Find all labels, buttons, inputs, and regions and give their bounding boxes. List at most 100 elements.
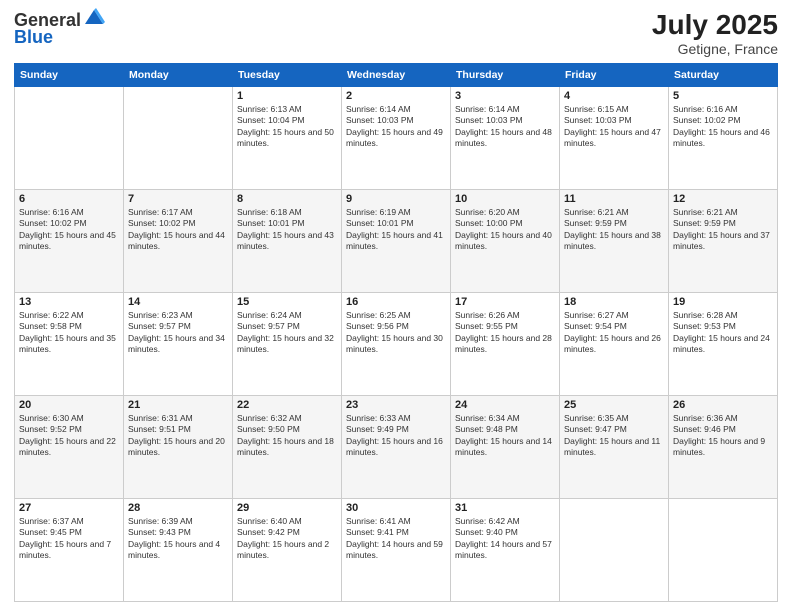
calendar-day-cell: 19 Sunrise: 6:28 AMSunset: 9:53 PMDayligh…: [669, 292, 778, 395]
calendar-day-cell: 13 Sunrise: 6:22 AMSunset: 9:58 PMDayligh…: [15, 292, 124, 395]
calendar-day-cell: 21 Sunrise: 6:31 AMSunset: 9:51 PMDayligh…: [124, 395, 233, 498]
weekday-header: Saturday: [669, 63, 778, 86]
day-content: Sunrise: 6:32 AMSunset: 9:50 PMDaylight:…: [237, 413, 337, 459]
calendar-day-cell: 1Sunrise: 6:13 AMSunset: 10:04 PMDayligh…: [233, 86, 342, 189]
day-content: Sunrise: 6:17 AMSunset: 10:02 PMDaylight…: [128, 207, 228, 253]
day-content: Sunrise: 6:14 AMSunset: 10:03 PMDaylight…: [455, 104, 555, 150]
day-number: 16: [346, 296, 446, 308]
calendar-week-row: 13 Sunrise: 6:22 AMSunset: 9:58 PMDayligh…: [15, 292, 778, 395]
logo-blue: Blue: [14, 27, 53, 48]
day-content: Sunrise: 6:24 AMSunset: 9:57 PMDaylight:…: [237, 310, 337, 356]
day-number: 3: [455, 90, 555, 102]
day-content: Sunrise: 6:27 AMSunset: 9:54 PMDaylight:…: [564, 310, 664, 356]
calendar-day-cell: 7 Sunrise: 6:17 AMSunset: 10:02 PMDayligh…: [124, 189, 233, 292]
day-number: 17: [455, 296, 555, 308]
day-number: 30: [346, 502, 446, 514]
day-number: 12: [673, 193, 773, 205]
calendar-header-row: SundayMondayTuesdayWednesdayThursdayFrid…: [15, 63, 778, 86]
calendar-week-row: 6Sunrise: 6:16 AMSunset: 10:02 PMDayligh…: [15, 189, 778, 292]
calendar-day-cell: 24 Sunrise: 6:34 AMSunset: 9:48 PMDayligh…: [451, 395, 560, 498]
day-number: 27: [19, 502, 119, 514]
day-content: Sunrise: 6:19 AMSunset: 10:01 PMDaylight…: [346, 207, 446, 253]
calendar-day-cell: 3 Sunrise: 6:14 AMSunset: 10:03 PMDayligh…: [451, 86, 560, 189]
weekday-header: Wednesday: [342, 63, 451, 86]
day-number: 11: [564, 193, 664, 205]
day-number: 15: [237, 296, 337, 308]
calendar-day-cell: [15, 86, 124, 189]
calendar-day-cell: 26Sunrise: 6:36 AMSunset: 9:46 PMDayligh…: [669, 395, 778, 498]
calendar-day-cell: 30Sunrise: 6:41 AMSunset: 9:41 PMDayligh…: [342, 498, 451, 601]
logo: General Blue: [14, 10, 105, 48]
day-number: 2: [346, 90, 446, 102]
day-content: Sunrise: 6:28 AMSunset: 9:53 PMDaylight:…: [673, 310, 773, 356]
day-content: Sunrise: 6:20 AMSunset: 10:00 PMDaylight…: [455, 207, 555, 253]
calendar-day-cell: 8 Sunrise: 6:18 AMSunset: 10:01 PMDayligh…: [233, 189, 342, 292]
calendar-day-cell: 18 Sunrise: 6:27 AMSunset: 9:54 PMDayligh…: [560, 292, 669, 395]
day-content: Sunrise: 6:34 AMSunset: 9:48 PMDaylight:…: [455, 413, 555, 459]
day-content: Sunrise: 6:18 AMSunset: 10:01 PMDaylight…: [237, 207, 337, 253]
page: General Blue July 2025 Getigne, France S…: [0, 0, 792, 612]
day-number: 19: [673, 296, 773, 308]
calendar-day-cell: 27 Sunrise: 6:37 AMSunset: 9:45 PMDayligh…: [15, 498, 124, 601]
location-title: Getigne, France: [652, 41, 778, 57]
day-content: Sunrise: 6:16 AMSunset: 10:02 PMDaylight…: [673, 104, 773, 150]
day-number: 20: [19, 399, 119, 411]
calendar-day-cell: [124, 86, 233, 189]
calendar-table: SundayMondayTuesdayWednesdayThursdayFrid…: [14, 63, 778, 602]
day-number: 14: [128, 296, 228, 308]
day-number: 10: [455, 193, 555, 205]
calendar-day-cell: 4Sunrise: 6:15 AMSunset: 10:03 PMDayligh…: [560, 86, 669, 189]
calendar-day-cell: [560, 498, 669, 601]
calendar-day-cell: 23Sunrise: 6:33 AMSunset: 9:49 PMDayligh…: [342, 395, 451, 498]
day-number: 24: [455, 399, 555, 411]
day-number: 8: [237, 193, 337, 205]
day-content: Sunrise: 6:22 AMSunset: 9:58 PMDaylight:…: [19, 310, 119, 356]
calendar-day-cell: 14 Sunrise: 6:23 AMSunset: 9:57 PMDayligh…: [124, 292, 233, 395]
day-number: 7: [128, 193, 228, 205]
day-content: Sunrise: 6:21 AMSunset: 9:59 PMDaylight:…: [673, 207, 773, 253]
title-block: July 2025 Getigne, France: [652, 10, 778, 57]
day-number: 18: [564, 296, 664, 308]
day-number: 31: [455, 502, 555, 514]
weekday-header: Sunday: [15, 63, 124, 86]
day-number: 28: [128, 502, 228, 514]
day-content: Sunrise: 6:40 AMSunset: 9:42 PMDaylight:…: [237, 516, 337, 562]
day-number: 5: [673, 90, 773, 102]
day-content: Sunrise: 6:42 AMSunset: 9:40 PMDaylight:…: [455, 516, 555, 562]
calendar-day-cell: [669, 498, 778, 601]
day-content: Sunrise: 6:31 AMSunset: 9:51 PMDaylight:…: [128, 413, 228, 459]
calendar-day-cell: 17 Sunrise: 6:26 AMSunset: 9:55 PMDayligh…: [451, 292, 560, 395]
day-number: 26: [673, 399, 773, 411]
day-number: 21: [128, 399, 228, 411]
calendar-week-row: 27 Sunrise: 6:37 AMSunset: 9:45 PMDayligh…: [15, 498, 778, 601]
day-content: Sunrise: 6:21 AMSunset: 9:59 PMDaylight:…: [564, 207, 664, 253]
calendar-day-cell: 29 Sunrise: 6:40 AMSunset: 9:42 PMDayligh…: [233, 498, 342, 601]
day-number: 13: [19, 296, 119, 308]
header: General Blue July 2025 Getigne, France: [14, 10, 778, 57]
day-number: 29: [237, 502, 337, 514]
calendar-day-cell: 20Sunrise: 6:30 AMSunset: 9:52 PMDayligh…: [15, 395, 124, 498]
calendar-day-cell: 11 Sunrise: 6:21 AMSunset: 9:59 PMDayligh…: [560, 189, 669, 292]
calendar-day-cell: 16 Sunrise: 6:25 AMSunset: 9:56 PMDayligh…: [342, 292, 451, 395]
calendar-day-cell: 5 Sunrise: 6:16 AMSunset: 10:02 PMDayligh…: [669, 86, 778, 189]
calendar-day-cell: 25 Sunrise: 6:35 AMSunset: 9:47 PMDayligh…: [560, 395, 669, 498]
calendar-day-cell: 9Sunrise: 6:19 AMSunset: 10:01 PMDayligh…: [342, 189, 451, 292]
day-number: 23: [346, 399, 446, 411]
day-content: Sunrise: 6:39 AMSunset: 9:43 PMDaylight:…: [128, 516, 228, 562]
calendar-day-cell: 2 Sunrise: 6:14 AMSunset: 10:03 PMDayligh…: [342, 86, 451, 189]
day-number: 22: [237, 399, 337, 411]
day-content: Sunrise: 6:37 AMSunset: 9:45 PMDaylight:…: [19, 516, 119, 562]
calendar-week-row: 20Sunrise: 6:30 AMSunset: 9:52 PMDayligh…: [15, 395, 778, 498]
day-number: 4: [564, 90, 664, 102]
day-content: Sunrise: 6:35 AMSunset: 9:47 PMDaylight:…: [564, 413, 664, 459]
day-number: 25: [564, 399, 664, 411]
day-content: Sunrise: 6:26 AMSunset: 9:55 PMDaylight:…: [455, 310, 555, 356]
day-content: Sunrise: 6:25 AMSunset: 9:56 PMDaylight:…: [346, 310, 446, 356]
calendar-day-cell: 22 Sunrise: 6:32 AMSunset: 9:50 PMDayligh…: [233, 395, 342, 498]
logo-icon: [83, 6, 105, 28]
day-number: 6: [19, 193, 119, 205]
day-content: Sunrise: 6:14 AMSunset: 10:03 PMDaylight…: [346, 104, 446, 150]
day-content: Sunrise: 6:23 AMSunset: 9:57 PMDaylight:…: [128, 310, 228, 356]
day-number: 1: [237, 90, 337, 102]
calendar-day-cell: 15 Sunrise: 6:24 AMSunset: 9:57 PMDayligh…: [233, 292, 342, 395]
